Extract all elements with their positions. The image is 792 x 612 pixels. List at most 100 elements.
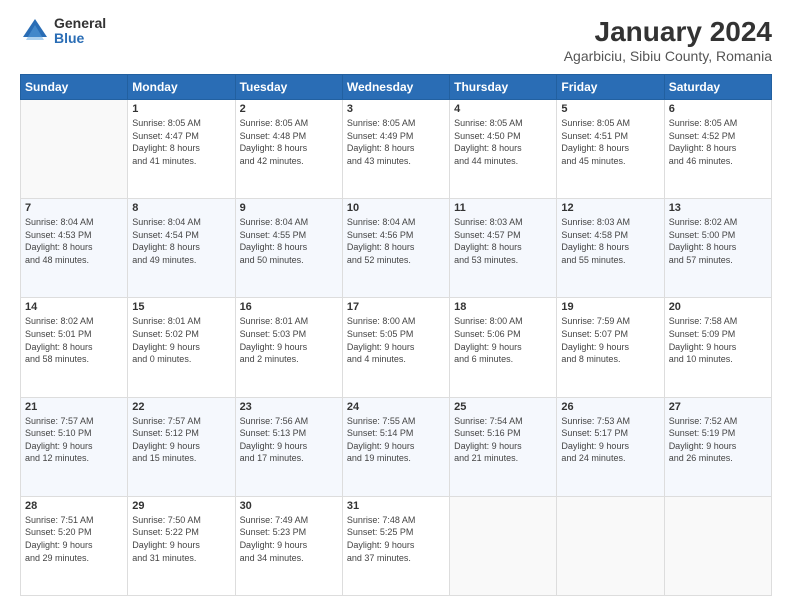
day-info: Sunrise: 7:58 AMSunset: 5:09 PMDaylight:… [669,315,767,365]
day-info: Sunrise: 8:05 AMSunset: 4:51 PMDaylight:… [561,117,659,167]
day-number: 5 [561,103,659,115]
day-number: 28 [25,500,123,512]
table-row: 9Sunrise: 8:04 AMSunset: 4:55 PMDaylight… [235,199,342,298]
table-row: 31 Sunrise: 7:48 AMSunset: 5:25 PMDayligh… [342,496,449,595]
day-number: 16 [240,301,338,313]
day-number: 7 [25,202,123,214]
day-number: 21 [25,401,123,413]
day-number: 4 [454,103,552,115]
day-number: 31 [347,500,445,512]
col-monday: Monday [128,75,235,100]
logo-blue: Blue [54,31,106,46]
table-row: 4 Sunrise: 8:05 AMSunset: 4:50 PMDaylight… [450,100,557,199]
day-info: Sunrise: 7:57 AMSunset: 5:12 PMDaylight:… [132,415,230,465]
day-info: Sunrise: 7:57 AMSunset: 5:10 PMDaylight:… [25,415,123,465]
calendar-week-row: 14 Sunrise: 8:02 AMSunset: 5:01 PMDayligh… [21,298,772,397]
day-number: 27 [669,401,767,413]
calendar-week-row: 1 Sunrise: 8:05 AMSunset: 4:47 PMDaylight… [21,100,772,199]
calendar-week-row: 7Sunrise: 8:04 AMSunset: 4:53 PMDaylight… [21,199,772,298]
day-info: Sunrise: 8:04 AMSunset: 4:54 PMDaylight:… [132,216,230,266]
day-number: 13 [669,202,767,214]
day-info: Sunrise: 8:05 AMSunset: 4:50 PMDaylight:… [454,117,552,167]
day-number: 11 [454,202,552,214]
day-number: 18 [454,301,552,313]
table-row: 24Sunrise: 7:55 AMSunset: 5:14 PMDayligh… [342,397,449,496]
day-number: 8 [132,202,230,214]
day-info: Sunrise: 8:02 AMSunset: 5:00 PMDaylight:… [669,216,767,266]
day-info: Sunrise: 8:04 AMSunset: 4:55 PMDaylight:… [240,216,338,266]
logo-text: General Blue [54,16,106,47]
day-number: 2 [240,103,338,115]
main-title: January 2024 [564,16,772,48]
day-info: Sunrise: 8:04 AMSunset: 4:56 PMDaylight:… [347,216,445,266]
calendar-week-row: 21 Sunrise: 7:57 AMSunset: 5:10 PMDayligh… [21,397,772,496]
table-row [664,496,771,595]
day-info: Sunrise: 8:05 AMSunset: 4:47 PMDaylight:… [132,117,230,167]
table-row: 2 Sunrise: 8:05 AMSunset: 4:48 PMDaylight… [235,100,342,199]
day-info: Sunrise: 8:00 AMSunset: 5:05 PMDaylight:… [347,315,445,365]
table-row: 11 Sunrise: 8:03 AMSunset: 4:57 PMDayligh… [450,199,557,298]
table-row: 28 Sunrise: 7:51 AMSunset: 5:20 PMDayligh… [21,496,128,595]
day-info: Sunrise: 7:52 AMSunset: 5:19 PMDaylight:… [669,415,767,465]
day-info: Sunrise: 7:51 AMSunset: 5:20 PMDaylight:… [25,514,123,564]
logo-icon [20,16,50,46]
day-number: 17 [347,301,445,313]
day-number: 3 [347,103,445,115]
table-row: 20 Sunrise: 7:58 AMSunset: 5:09 PMDayligh… [664,298,771,397]
table-row [450,496,557,595]
table-row: 26 Sunrise: 7:53 AMSunset: 5:17 PMDayligh… [557,397,664,496]
table-row: 23Sunrise: 7:56 AMSunset: 5:13 PMDayligh… [235,397,342,496]
day-info: Sunrise: 7:53 AMSunset: 5:17 PMDaylight:… [561,415,659,465]
table-row: 10 Sunrise: 8:04 AMSunset: 4:56 PMDayligh… [342,199,449,298]
table-row [557,496,664,595]
col-thursday: Thursday [450,75,557,100]
col-wednesday: Wednesday [342,75,449,100]
day-number: 10 [347,202,445,214]
day-number: 1 [132,103,230,115]
table-row: 21 Sunrise: 7:57 AMSunset: 5:10 PMDayligh… [21,397,128,496]
page: General Blue January 2024 Agarbiciu, Sib… [0,0,792,612]
day-number: 22 [132,401,230,413]
day-info: Sunrise: 8:03 AMSunset: 4:58 PMDaylight:… [561,216,659,266]
day-info: Sunrise: 7:59 AMSunset: 5:07 PMDaylight:… [561,315,659,365]
day-number: 29 [132,500,230,512]
day-info: Sunrise: 8:05 AMSunset: 4:49 PMDaylight:… [347,117,445,167]
table-row: 30Sunrise: 7:49 AMSunset: 5:23 PMDayligh… [235,496,342,595]
day-info: Sunrise: 7:48 AMSunset: 5:25 PMDaylight:… [347,514,445,564]
calendar-table: Sunday Monday Tuesday Wednesday Thursday… [20,74,772,596]
table-row: 27 Sunrise: 7:52 AMSunset: 5:19 PMDayligh… [664,397,771,496]
table-row: 6 Sunrise: 8:05 AMSunset: 4:52 PMDaylight… [664,100,771,199]
table-row: 7Sunrise: 8:04 AMSunset: 4:53 PMDaylight… [21,199,128,298]
day-info: Sunrise: 7:50 AMSunset: 5:22 PMDaylight:… [132,514,230,564]
table-row: 12 Sunrise: 8:03 AMSunset: 4:58 PMDayligh… [557,199,664,298]
day-info: Sunrise: 8:05 AMSunset: 4:52 PMDaylight:… [669,117,767,167]
table-row: 29 Sunrise: 7:50 AMSunset: 5:22 PMDayligh… [128,496,235,595]
subtitle: Agarbiciu, Sibiu County, Romania [564,48,772,64]
day-number: 25 [454,401,552,413]
day-number: 6 [669,103,767,115]
table-row: 16Sunrise: 8:01 AMSunset: 5:03 PMDayligh… [235,298,342,397]
col-tuesday: Tuesday [235,75,342,100]
table-row: 3 Sunrise: 8:05 AMSunset: 4:49 PMDaylight… [342,100,449,199]
table-row: 15 Sunrise: 8:01 AMSunset: 5:02 PMDayligh… [128,298,235,397]
col-sunday: Sunday [21,75,128,100]
table-row: 19 Sunrise: 7:59 AMSunset: 5:07 PMDayligh… [557,298,664,397]
day-number: 19 [561,301,659,313]
logo: General Blue [20,16,106,47]
day-number: 14 [25,301,123,313]
day-number: 26 [561,401,659,413]
day-info: Sunrise: 8:01 AMSunset: 5:02 PMDaylight:… [132,315,230,365]
table-row: 1 Sunrise: 8:05 AMSunset: 4:47 PMDaylight… [128,100,235,199]
calendar-week-row: 28 Sunrise: 7:51 AMSunset: 5:20 PMDayligh… [21,496,772,595]
day-info: Sunrise: 8:03 AMSunset: 4:57 PMDaylight:… [454,216,552,266]
col-saturday: Saturday [664,75,771,100]
table-row: 25Sunrise: 7:54 AMSunset: 5:16 PMDayligh… [450,397,557,496]
day-info: Sunrise: 8:00 AMSunset: 5:06 PMDaylight:… [454,315,552,365]
day-info: Sunrise: 8:02 AMSunset: 5:01 PMDaylight:… [25,315,123,365]
day-number: 12 [561,202,659,214]
day-info: Sunrise: 7:49 AMSunset: 5:23 PMDaylight:… [240,514,338,564]
table-row [21,100,128,199]
day-info: Sunrise: 8:05 AMSunset: 4:48 PMDaylight:… [240,117,338,167]
day-number: 15 [132,301,230,313]
day-number: 20 [669,301,767,313]
